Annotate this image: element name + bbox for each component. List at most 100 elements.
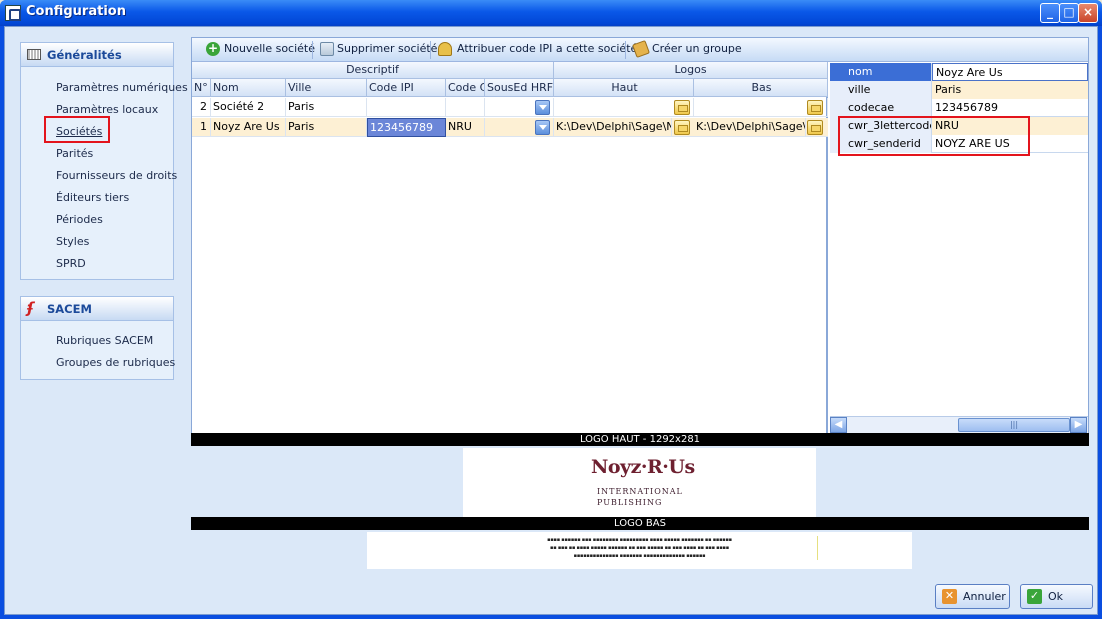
col-haut[interactable]: Haut bbox=[554, 79, 694, 97]
create-group-button[interactable]: Créer un groupe bbox=[652, 42, 742, 55]
cell-haut[interactable]: K:\Dev\Delphi\Sage\Noy bbox=[554, 118, 672, 137]
logo-haut-image: Noyz·R·Us INTERNATIONAL PUBLISHING bbox=[463, 448, 816, 519]
toolbar-separator bbox=[312, 41, 313, 59]
close-button[interactable]: × bbox=[1078, 3, 1098, 23]
property-row[interactable]: nom Noyz Are Us bbox=[830, 63, 1088, 81]
horizontal-scrollbar[interactable]: ◀ ||| ▶ bbox=[830, 416, 1088, 433]
logo-bas-caption: LOGO BAS bbox=[191, 517, 1089, 530]
keyboard-icon bbox=[27, 49, 41, 60]
key-icon[interactable] bbox=[438, 42, 452, 56]
dropdown-arrow-icon[interactable] bbox=[535, 120, 550, 135]
cell-ville[interactable]: Paris bbox=[286, 98, 367, 117]
maximize-button[interactable]: □ bbox=[1059, 3, 1079, 23]
property-row[interactable]: codecae 123456789 bbox=[830, 99, 1088, 117]
highlight-box-societes bbox=[44, 116, 110, 143]
cell-haut[interactable] bbox=[554, 98, 694, 117]
logo-brand-name: Noyz·R·Us bbox=[591, 456, 695, 478]
highlight-box-cwr bbox=[838, 116, 1030, 156]
logo-bas-image: ▪▪▪▪ ▪▪▪▪▪▪ ▪▪▪ ▪▪▪▪▪▪▪▪ ▪▪▪▪▪▪▪▪▪ ▪▪▪▪ … bbox=[367, 532, 912, 569]
nav-group-header[interactable]: Généralités bbox=[21, 43, 173, 67]
cancel-icon: ✕ bbox=[942, 589, 957, 604]
folder-icon[interactable] bbox=[674, 120, 690, 135]
property-value[interactable]: Paris bbox=[932, 81, 1088, 99]
cell-bas[interactable]: K:\Dev\Delphi\Sage\Nc bbox=[694, 118, 806, 137]
table-row[interactable]: 2 Société 2 Paris bbox=[192, 98, 828, 117]
cell-num[interactable]: 1 bbox=[192, 118, 211, 137]
toolbar: + Nouvelle société Supprimer société Att… bbox=[192, 38, 1088, 62]
nav-item-periodes[interactable]: Périodes bbox=[56, 213, 103, 226]
logo-bas-text: ▪▪ ▪▪▪ ▪▪ ▪▪▪▪ ▪▪▪▪▪ ▪▪▪▪▪▪ ▪▪ ▪▪▪ ▪▪▪▪▪… bbox=[550, 545, 729, 551]
nav-item-styles[interactable]: Styles bbox=[56, 235, 89, 248]
property-key: codecae bbox=[830, 99, 932, 117]
band-logos: Logos bbox=[554, 62, 828, 79]
companies-grid: Descriptif Logos N° Nom Ville Code IPI C… bbox=[192, 62, 828, 434]
nav-item-fournisseurs[interactable]: Fournisseurs de droits bbox=[56, 169, 177, 182]
nav-group-header[interactable]: ʄ SACEM bbox=[21, 297, 173, 321]
nav-item-editeurs-tiers[interactable]: Éditeurs tiers bbox=[56, 191, 129, 204]
ok-button[interactable]: ✓ Ok bbox=[1020, 584, 1093, 609]
new-company-button[interactable]: Nouvelle société bbox=[224, 42, 315, 55]
cell-code-c[interactable] bbox=[446, 98, 485, 117]
col-soused-hrf2[interactable]: SousEd HRF2 bbox=[485, 79, 554, 97]
minimize-button[interactable]: _ bbox=[1040, 3, 1060, 23]
property-key: ville bbox=[830, 81, 932, 99]
main-panel: + Nouvelle société Supprimer société Att… bbox=[191, 37, 1089, 435]
dropdown-arrow-icon[interactable] bbox=[535, 100, 550, 115]
col-nom[interactable]: Nom bbox=[211, 79, 286, 97]
delete-company-button[interactable]: Supprimer société bbox=[337, 42, 437, 55]
assign-ipi-button[interactable]: Attribuer code IPI a cette société bbox=[457, 42, 637, 55]
col-bas[interactable]: Bas bbox=[694, 79, 828, 97]
col-code-ipi[interactable]: Code IPI bbox=[367, 79, 446, 97]
cell-code-ipi[interactable]: 123456789 bbox=[367, 118, 446, 137]
folder-icon[interactable] bbox=[807, 120, 823, 135]
check-icon: ✓ bbox=[1027, 589, 1042, 604]
nav-group-sacem: ʄ SACEM Rubriques SACEM Groupes de rubri… bbox=[20, 296, 175, 380]
scroll-right-icon[interactable]: ▶ bbox=[1070, 417, 1087, 433]
property-inspector: nom Noyz Are Us ville Paris codecae 1234… bbox=[830, 62, 1088, 434]
sacem-logo-icon: ʄ bbox=[27, 299, 34, 317]
band-descriptif: Descriptif bbox=[192, 62, 554, 79]
recycle-bin-icon[interactable] bbox=[320, 42, 334, 56]
cell-num[interactable]: 2 bbox=[192, 98, 211, 117]
nav-item-rubriques-sacem[interactable]: Rubriques SACEM bbox=[56, 334, 153, 347]
toolbar-separator bbox=[625, 41, 626, 59]
nav-group-generalites: Généralités Paramètres numériques Paramè… bbox=[20, 42, 188, 280]
scroll-thumb[interactable]: ||| bbox=[958, 418, 1070, 432]
nav-item-sprd[interactable]: SPRD bbox=[56, 257, 86, 270]
nav-group-title: SACEM bbox=[47, 302, 92, 316]
logo-bas-text: ▪▪▪▪ ▪▪▪▪▪▪ ▪▪▪ ▪▪▪▪▪▪▪▪ ▪▪▪▪▪▪▪▪▪ ▪▪▪▪ … bbox=[547, 537, 732, 543]
col-ville[interactable]: Ville bbox=[286, 79, 367, 97]
cell-code-ipi[interactable] bbox=[367, 98, 446, 117]
property-row[interactable]: ville Paris bbox=[830, 81, 1088, 99]
folder-icon[interactable] bbox=[674, 100, 690, 115]
col-code-c[interactable]: Code C bbox=[446, 79, 485, 97]
group-icon[interactable] bbox=[632, 40, 650, 58]
configuration-window: Configuration _ □ × Généralités Paramètr… bbox=[0, 0, 1102, 619]
cancel-button[interactable]: ✕ Annuler bbox=[935, 584, 1010, 609]
scroll-left-icon[interactable]: ◀ bbox=[830, 417, 847, 433]
nav-item-groupes-rubriques[interactable]: Groupes de rubriques bbox=[56, 356, 175, 369]
logo-bas-rule bbox=[817, 536, 818, 560]
table-row[interactable]: 1 Noyz Are Us Paris 123456789 NRU K:\Dev… bbox=[192, 118, 828, 137]
cell-nom[interactable]: Noyz Are Us bbox=[211, 118, 286, 137]
cell-code-c[interactable]: NRU bbox=[446, 118, 485, 137]
toolbar-separator bbox=[430, 41, 431, 59]
window-title: Configuration bbox=[26, 4, 126, 19]
cell-nom[interactable]: Société 2 bbox=[211, 98, 286, 117]
nav-item-parametres-locaux[interactable]: Paramètres locaux bbox=[56, 103, 158, 116]
folder-icon[interactable] bbox=[807, 100, 823, 115]
title-bar[interactable]: Configuration _ □ × bbox=[0, 0, 1102, 26]
app-icon bbox=[5, 5, 21, 21]
cell-ville[interactable]: Paris bbox=[286, 118, 367, 137]
logo-haut-caption: LOGO HAUT - 1292x281 bbox=[191, 433, 1089, 446]
logo-brand-subtitle: INTERNATIONAL PUBLISHING bbox=[597, 487, 683, 507]
col-num[interactable]: N° bbox=[192, 79, 211, 97]
nav-group-title: Généralités bbox=[47, 48, 122, 62]
property-key: nom bbox=[830, 63, 932, 81]
client-area: Généralités Paramètres numériques Paramè… bbox=[4, 26, 1098, 615]
property-value[interactable]: 123456789 bbox=[932, 99, 1088, 117]
nav-item-parites[interactable]: Parités bbox=[56, 147, 93, 160]
nav-item-parametres-numeriques[interactable]: Paramètres numériques bbox=[56, 81, 188, 94]
add-icon[interactable]: + bbox=[206, 42, 220, 56]
property-value[interactable]: Noyz Are Us bbox=[932, 63, 1088, 81]
